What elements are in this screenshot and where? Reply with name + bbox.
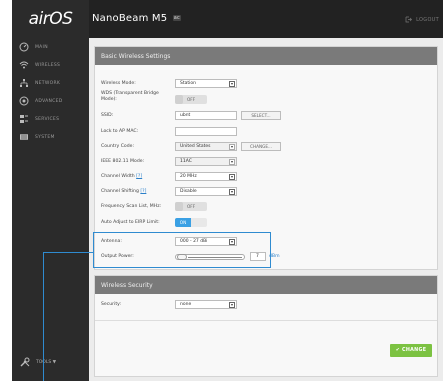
services-icon xyxy=(19,114,29,124)
advanced-icon xyxy=(19,96,29,106)
toggle-state: ON xyxy=(175,218,191,227)
callout-line xyxy=(43,252,44,381)
wireless-mode-value: Station xyxy=(180,81,196,86)
panel-title: Basic Wireless Settings xyxy=(95,47,437,65)
toggle-state: OFF xyxy=(187,204,196,209)
country-change-button[interactable]: CHANGE... xyxy=(241,142,281,151)
channel-width-text: Channel Width xyxy=(101,174,135,179)
product-badge: ac xyxy=(172,15,181,21)
sidebar-item-system[interactable]: SYSTEM xyxy=(12,128,89,146)
sidebar-item-label: SERVICES xyxy=(35,116,60,122)
sidebar-item-label: ADVANCED xyxy=(35,98,63,104)
main-icon xyxy=(19,42,29,52)
wds-toggle[interactable]: OFF xyxy=(175,95,207,104)
system-icon xyxy=(19,132,29,142)
security-select[interactable]: none xyxy=(175,300,237,309)
chevron-down-icon xyxy=(229,302,235,308)
divider xyxy=(95,320,437,321)
top-bar: NanoBeam M5 ac LOGOUT xyxy=(89,0,443,38)
channel-width-label: Channel Width [?] xyxy=(101,174,171,180)
channel-shifting-select[interactable]: Disable xyxy=(175,187,237,196)
tools-icon xyxy=(19,357,31,367)
ssid-input[interactable]: ubnt xyxy=(175,111,237,120)
callout-line xyxy=(43,252,93,253)
sidebar-item-advanced[interactable]: ADVANCED xyxy=(12,92,89,110)
toggle-knob xyxy=(175,95,183,104)
country-label: Country Code: xyxy=(101,144,135,149)
sidebar-item-services[interactable]: SERVICES xyxy=(12,110,89,128)
lock-ap-label: Lock to AP MAC: xyxy=(101,129,139,134)
panel-title: Wireless Security xyxy=(95,276,437,294)
wireless-mode-select[interactable]: Station xyxy=(175,79,237,88)
tools-label: TOOLS ▼ xyxy=(36,359,57,365)
wireless-security-panel: Wireless Security Security: none ✔ CHANG… xyxy=(94,275,438,377)
sidebar-item-network[interactable]: NETWORK xyxy=(12,74,89,92)
sidebar-item-label: SYSTEM xyxy=(35,134,55,140)
ieee-select[interactable]: 11AC xyxy=(175,157,237,166)
wds-label: WDS (Transparent Bridge Mode): xyxy=(101,91,159,102)
tools-menu[interactable]: TOOLS ▼ xyxy=(19,357,56,367)
logout-label: LOGOUT xyxy=(416,16,439,23)
airos-logo: airOS xyxy=(28,9,73,29)
country-value: United States xyxy=(180,144,211,149)
lock-ap-input[interactable] xyxy=(175,127,237,136)
toggle-state: OFF xyxy=(187,97,196,102)
wireless-mode-label: Wireless Mode: xyxy=(101,81,136,86)
channel-shifting-value: Disable xyxy=(180,189,197,194)
ssid-label: SSID: xyxy=(101,113,114,118)
freq-scan-toggle[interactable]: OFF xyxy=(175,202,207,211)
ieee-label: IEEE 802.11 Mode: xyxy=(101,159,145,164)
toggle-knob xyxy=(175,202,183,211)
wifi-icon xyxy=(19,60,29,70)
chevron-down-icon xyxy=(229,174,235,180)
channel-width-select[interactable]: 20 MHz xyxy=(175,172,237,181)
auto-eirp-toggle[interactable]: ON xyxy=(175,218,207,227)
sidebar: airOS MAIN WIRELESS NETWORK ADVANCED SER… xyxy=(12,0,89,381)
freq-scan-label: Frequency Scan List, MHz: xyxy=(101,204,162,209)
main-content: Basic Wireless Settings Wireless Mode: S… xyxy=(89,38,443,381)
sidebar-item-wireless[interactable]: WIRELESS xyxy=(12,56,89,74)
antenna-highlight-box xyxy=(93,232,271,268)
chevron-down-icon xyxy=(229,144,235,150)
sidebar-item-label: WIRELESS xyxy=(35,62,61,68)
product-name: NanoBeam M5 ac xyxy=(92,13,181,24)
sidebar-nav: MAIN WIRELESS NETWORK ADVANCED SERVICES xyxy=(12,38,89,146)
auto-eirp-label: Auto Adjust to EIRP Limit: xyxy=(101,220,160,225)
sidebar-item-label: MAIN xyxy=(35,44,48,50)
sidebar-item-main[interactable]: MAIN xyxy=(12,38,89,56)
product-title: NanoBeam M5 xyxy=(92,13,168,24)
country-select[interactable]: United States xyxy=(175,142,237,151)
logo-area: airOS xyxy=(12,0,89,38)
channel-width-help-link[interactable]: [?] xyxy=(136,174,142,179)
chevron-down-icon xyxy=(229,159,235,165)
logout-button[interactable]: LOGOUT xyxy=(405,16,439,23)
channel-shifting-help-link[interactable]: [?] xyxy=(140,189,146,194)
network-icon xyxy=(19,78,29,88)
channel-width-value: 20 MHz xyxy=(180,174,197,179)
change-button[interactable]: ✔ CHANGE xyxy=(390,344,432,357)
chevron-down-icon xyxy=(229,189,235,195)
sidebar-item-label: NETWORK xyxy=(35,80,61,86)
security-value: none xyxy=(180,302,192,307)
ssid-select-button[interactable]: SELECT... xyxy=(241,111,281,120)
channel-shifting-text: Channel Shifting xyxy=(101,189,139,194)
channel-shifting-label: Channel Shifting [?] xyxy=(101,189,171,195)
security-label: Security: xyxy=(101,302,122,307)
ieee-value: 11AC xyxy=(180,159,192,164)
ssid-value: ubnt xyxy=(180,113,191,118)
chevron-down-icon xyxy=(229,81,235,87)
logout-icon xyxy=(405,16,413,23)
